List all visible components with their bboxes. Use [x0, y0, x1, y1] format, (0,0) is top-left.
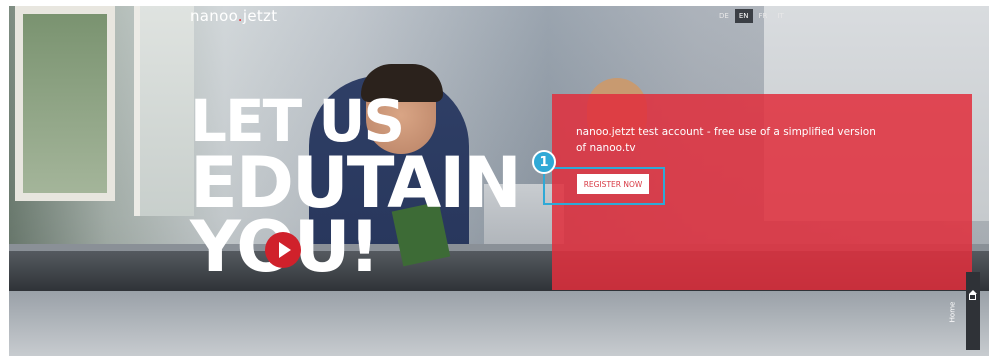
home-icon: [969, 290, 977, 300]
hero-headline: LET US EDUTAIN YOU!: [190, 92, 522, 282]
callout-badge: 1: [532, 150, 556, 174]
lang-it[interactable]: IT: [773, 9, 787, 23]
register-highlight-box: [543, 167, 665, 205]
background-window-frame: [134, 6, 194, 216]
lang-en[interactable]: EN: [734, 9, 753, 23]
language-switcher: DE EN FR IT: [715, 9, 788, 23]
logo-main: nanoo: [190, 7, 238, 25]
home-label: Home: [948, 301, 957, 323]
lang-fr[interactable]: FR: [755, 9, 772, 23]
background-window: [15, 6, 115, 201]
play-icon[interactable]: [265, 232, 301, 268]
lang-de[interactable]: DE: [715, 9, 733, 23]
panel-description: nanoo.jetzt test account - free use of a…: [576, 126, 876, 154]
floor: [9, 291, 989, 356]
logo-suffix: jetzt: [242, 7, 278, 25]
site-logo[interactable]: nanoo.jetzt: [190, 7, 277, 25]
home-side-tab[interactable]: Home: [948, 272, 980, 350]
